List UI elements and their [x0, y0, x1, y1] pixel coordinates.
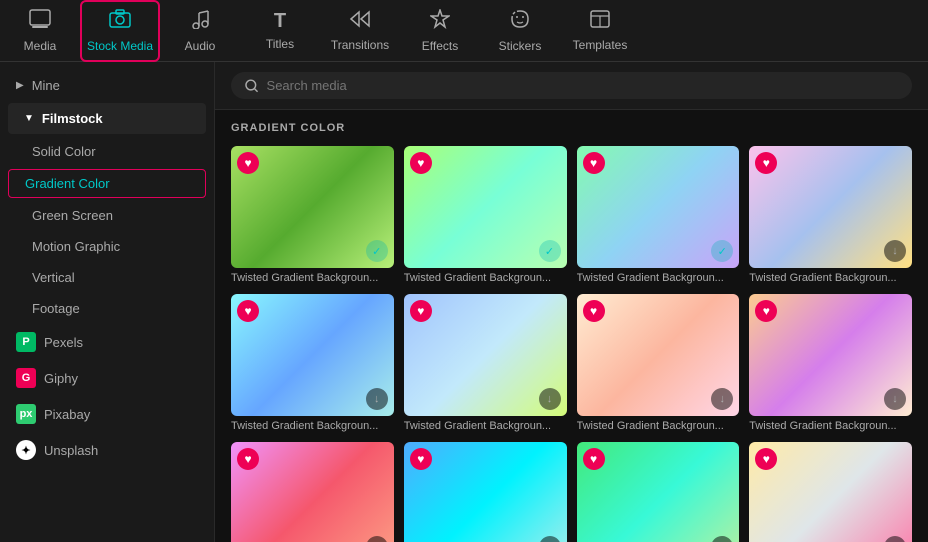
pixabay-icon: px [16, 404, 36, 424]
mine-arrow-icon: ▶ [16, 80, 24, 91]
heart-icon[interactable]: ♥ [237, 300, 259, 322]
heart-icon[interactable]: ♥ [755, 152, 777, 174]
nav-stickers[interactable]: Stickers [480, 0, 560, 62]
grid-item-label: Twisted Gradient Backgroun... [749, 272, 912, 284]
download-icon[interactable]: ↓ [366, 536, 388, 542]
grid-item-label: Twisted Gradient Backgroun... [749, 420, 912, 432]
heart-icon[interactable]: ♥ [237, 152, 259, 174]
grid-item-label: Twisted Gradient Backgroun... [231, 272, 394, 284]
sidebar-item-footage[interactable]: Footage [0, 293, 214, 324]
grid-item[interactable]: ♥ ✓ Twisted Gradient Backgroun... [577, 146, 740, 284]
heart-icon[interactable]: ♥ [583, 300, 605, 322]
nav-titles[interactable]: T Titles [240, 0, 320, 62]
grid-item-label: Twisted Gradient Backgroun... [404, 420, 567, 432]
sidebar-item-pixabay[interactable]: px Pixabay [0, 396, 214, 432]
heart-icon[interactable]: ♥ [583, 448, 605, 470]
grid-item-label: Twisted Gradient Backgroun... [231, 420, 394, 432]
sidebar-item-mine[interactable]: ▶ Mine [0, 70, 214, 101]
nav-media[interactable]: Media [0, 0, 80, 62]
download-icon[interactable]: ↓ [711, 536, 733, 542]
download-icon[interactable]: ↓ [539, 536, 561, 542]
download-icon[interactable]: ↓ [539, 388, 561, 410]
sidebar-item-green-screen[interactable]: Green Screen [0, 200, 214, 231]
content-body: GRADIENT COLOR ♥ ✓ Twisted Gradient Backgr… [215, 110, 928, 542]
sidebar-item-filmstock[interactable]: ▼ Filmstock [8, 103, 206, 134]
audio-icon [191, 9, 209, 35]
effects-icon [430, 9, 450, 35]
pexels-icon: P [16, 332, 36, 352]
heart-icon[interactable]: ♥ [755, 300, 777, 322]
main-area: ▶ Mine ▼ Filmstock Solid Color Gradient … [0, 62, 928, 542]
unsplash-icon: ✦ [16, 440, 36, 460]
grid-item-label: Twisted Gradient Backgroun... [577, 420, 740, 432]
download-icon[interactable]: ↓ [884, 388, 906, 410]
grid-item[interactable]: ♥ ✓ Twisted Gradient Backgroun... [404, 146, 567, 284]
nav-effects[interactable]: Effects [400, 0, 480, 62]
stock-media-icon [109, 9, 131, 35]
transitions-icon [349, 10, 371, 34]
sidebar-item-solid-color[interactable]: Solid Color [0, 136, 214, 167]
heart-icon[interactable]: ♥ [237, 448, 259, 470]
templates-icon [590, 10, 610, 34]
giphy-icon: G [16, 368, 36, 388]
section-title: GRADIENT COLOR [231, 122, 912, 134]
grid-item-label: Twisted Gradient Backgroun... [577, 272, 740, 284]
grid-item[interactable]: ♥ ↓ Twisted Gradient Backgroun... [231, 294, 394, 432]
download-icon[interactable]: ↓ [711, 388, 733, 410]
titles-icon: T [274, 10, 286, 33]
top-navigation: Media Stock Media Audio T Titles [0, 0, 928, 62]
filmstock-arrow-icon: ▼ [24, 113, 34, 124]
sidebar-item-motion-graphic[interactable]: Motion Graphic [0, 231, 214, 262]
grid-item[interactable]: ♥↓Twisted Gradient Backgroun... [749, 442, 912, 542]
sidebar-item-gradient-color[interactable]: Gradient Color [8, 169, 206, 198]
grid-item[interactable]: ♥ ↓ Twisted Gradient Backgroun... [749, 294, 912, 432]
sidebar: ▶ Mine ▼ Filmstock Solid Color Gradient … [0, 62, 215, 542]
download-icon[interactable]: ↓ [884, 240, 906, 262]
sidebar-item-giphy[interactable]: G Giphy [0, 360, 214, 396]
grid-item[interactable]: ♥↓Twisted Gradient Backgroun... [577, 442, 740, 542]
check-icon[interactable]: ✓ [539, 240, 561, 262]
download-icon[interactable]: ↓ [884, 536, 906, 542]
grid-item[interactable]: ♥ ↓ Twisted Gradient Backgroun... [404, 294, 567, 432]
sidebar-item-vertical[interactable]: Vertical [0, 262, 214, 293]
grid-item[interactable]: ♥↓Twisted Gradient Backgroun... [231, 442, 394, 542]
heart-icon[interactable]: ♥ [410, 300, 432, 322]
media-grid: ♥ ✓ Twisted Gradient Backgroun... ♥ ✓ Twisted… [231, 146, 912, 542]
search-bar [215, 62, 928, 110]
search-input[interactable] [267, 78, 898, 93]
content-area: GRADIENT COLOR ♥ ✓ Twisted Gradient Backgr… [215, 62, 928, 542]
grid-item[interactable]: ♥ ↓ Twisted Gradient Backgroun... [749, 146, 912, 284]
grid-item[interactable]: ♥ ✓ Twisted Gradient Backgroun... [231, 146, 394, 284]
heart-icon[interactable]: ♥ [583, 152, 605, 174]
nav-audio[interactable]: Audio [160, 0, 240, 62]
heart-icon[interactable]: ♥ [410, 448, 432, 470]
download-icon[interactable]: ↓ [366, 388, 388, 410]
grid-item[interactable]: ♥ ↓ Twisted Gradient Backgroun... [577, 294, 740, 432]
search-input-wrap[interactable] [231, 72, 912, 99]
grid-item[interactable]: ♥↓Twisted Gradient Backgroun... [404, 442, 567, 542]
media-icon [29, 9, 51, 35]
check-icon[interactable]: ✓ [711, 240, 733, 262]
heart-icon[interactable]: ♥ [410, 152, 432, 174]
nav-templates[interactable]: Templates [560, 0, 640, 62]
sidebar-item-unsplash[interactable]: ✦ Unsplash [0, 432, 214, 468]
grid-item-label: Twisted Gradient Backgroun... [404, 272, 567, 284]
check-icon[interactable]: ✓ [366, 240, 388, 262]
sidebar-item-pexels[interactable]: P Pexels [0, 324, 214, 360]
stickers-icon [510, 9, 530, 35]
nav-stock-media[interactable]: Stock Media [80, 0, 160, 62]
search-icon [245, 79, 259, 93]
nav-transitions[interactable]: Transitions [320, 0, 400, 62]
heart-icon[interactable]: ♥ [755, 448, 777, 470]
